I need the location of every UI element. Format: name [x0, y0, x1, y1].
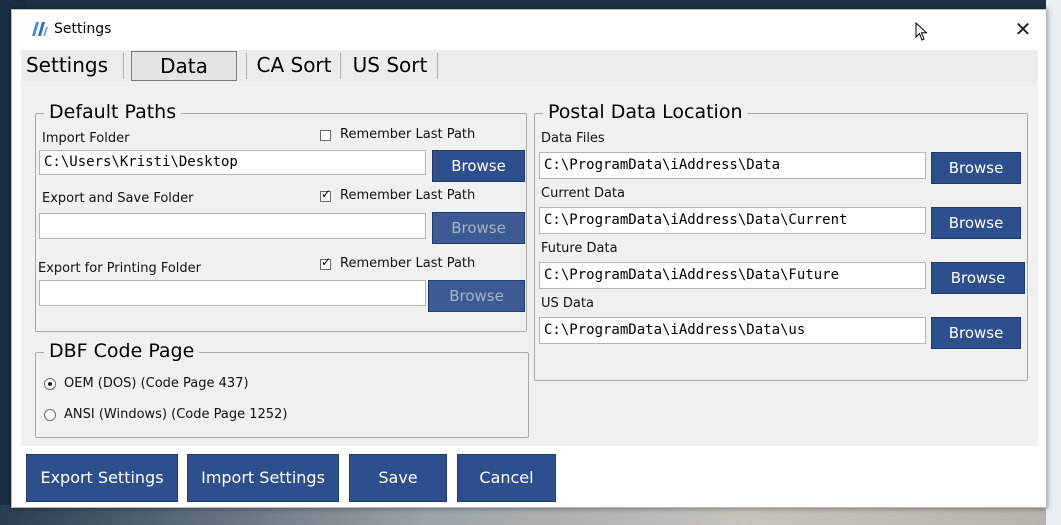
import-remember-label: Remember Last Path	[340, 127, 476, 142]
current-data-input[interactable]: C:\ProgramData\iAddress\Data\Current	[539, 207, 926, 234]
ansi-radio-label: ANSI (Windows) (Code Page 1252)	[64, 407, 288, 422]
us-data-input[interactable]: C:\ProgramData\iAddress\Data\us	[539, 317, 926, 344]
dbf-code-page-group: DBF Code Page OEM (DOS) (Code Page 437) …	[35, 340, 529, 438]
tab-separator	[123, 53, 124, 79]
future-data-browse-button[interactable]: Browse	[931, 262, 1025, 294]
export-save-remember-label: Remember Last Path	[340, 188, 476, 203]
current-data-label: Current Data	[541, 186, 625, 201]
tab-us-sort[interactable]: US Sort	[348, 50, 432, 81]
window-title: Settings	[54, 21, 112, 37]
import-folder-label: Import Folder	[42, 131, 130, 146]
data-files-browse-button[interactable]: Browse	[931, 152, 1021, 184]
tab-ca-sort[interactable]: CA Sort	[252, 50, 336, 81]
export-print-folder-label: Export for Printing Folder	[38, 261, 202, 276]
export-save-folder-label: Export and Save Folder	[42, 191, 194, 206]
tab-separator	[246, 53, 247, 79]
export-print-folder-input[interactable]	[39, 280, 426, 306]
import-settings-button[interactable]: Import Settings	[187, 454, 339, 502]
tab-data-paths[interactable]: Data Paths	[131, 51, 237, 106]
dbf-code-page-title: DBF Code Page	[44, 340, 200, 362]
cancel-button[interactable]: Cancel	[457, 454, 556, 502]
settings-window: Settings ✕ Settings Data Paths CA Sort U…	[11, 9, 1047, 508]
mouse-cursor-icon	[915, 22, 928, 41]
app-logo-icon	[32, 22, 48, 36]
tab-separator	[340, 53, 341, 79]
export-print-browse-button[interactable]: Browse	[428, 280, 525, 312]
close-icon: ✕	[1014, 17, 1032, 41]
export-save-folder-input[interactable]	[39, 213, 426, 239]
default-paths-group: Default Paths Import Folder Remember Las…	[35, 101, 527, 332]
title-bar[interactable]: Settings ✕	[12, 10, 1046, 48]
tab-content-data-paths: Default Paths Import Folder Remember Las…	[21, 82, 1038, 446]
oem-radio-label: OEM (DOS) (Code Page 437)	[64, 376, 249, 391]
current-data-browse-button[interactable]: Browse	[931, 207, 1021, 239]
export-save-browse-button[interactable]: Browse	[432, 212, 525, 244]
desktop-background-right	[1046, 0, 1061, 525]
export-print-remember-checkbox[interactable]	[320, 255, 331, 270]
future-data-label: Future Data	[541, 241, 618, 256]
oem-radio[interactable]	[44, 378, 56, 390]
us-data-browse-button[interactable]: Browse	[931, 317, 1021, 349]
data-files-input[interactable]: C:\ProgramData\iAddress\Data	[539, 152, 926, 179]
export-save-remember-checkbox[interactable]	[320, 187, 331, 202]
import-folder-input[interactable]: C:\Users\Kristi\Desktop	[39, 150, 426, 175]
export-print-remember-label: Remember Last Path	[340, 256, 476, 271]
postal-data-location-title: Postal Data Location	[543, 101, 748, 123]
import-browse-button[interactable]: Browse	[432, 150, 525, 182]
close-button[interactable]: ✕	[1006, 16, 1040, 42]
ansi-radio[interactable]	[44, 409, 56, 421]
tab-strip: Settings Data Paths CA Sort US Sort	[21, 50, 1038, 106]
save-button[interactable]: Save	[349, 454, 447, 502]
future-data-input[interactable]: C:\ProgramData\iAddress\Data\Future	[539, 262, 926, 289]
postal-data-location-group: Postal Data Location Data Files C:\Progr…	[534, 101, 1028, 381]
import-remember-checkbox[interactable]	[320, 130, 331, 141]
export-settings-button[interactable]: Export Settings	[26, 454, 178, 502]
desktop-background-bottom	[0, 505, 1061, 525]
data-files-label: Data Files	[541, 131, 605, 146]
tab-separator	[437, 53, 438, 79]
tab-settings[interactable]: Settings	[23, 50, 111, 81]
default-paths-title: Default Paths	[44, 101, 182, 123]
us-data-label: US Data	[541, 296, 594, 311]
